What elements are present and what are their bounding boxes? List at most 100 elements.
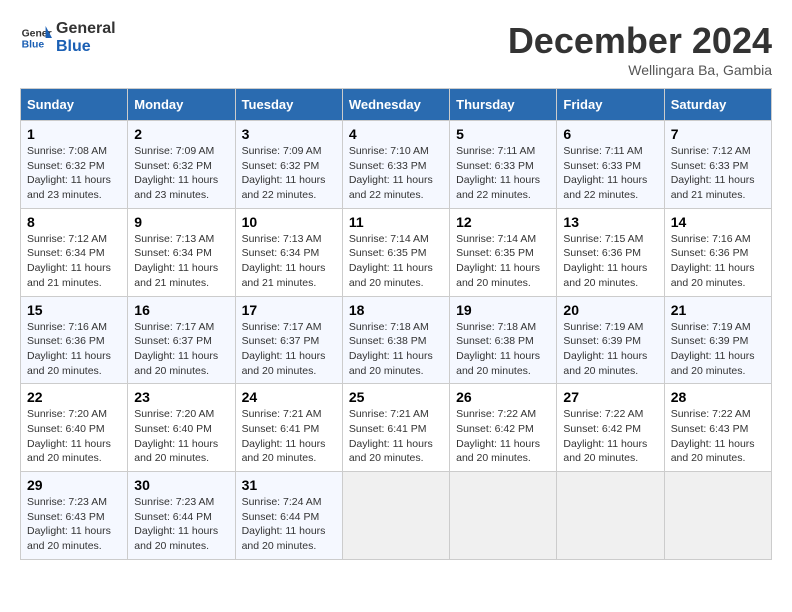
- day-number: 29: [27, 477, 121, 493]
- day-info: Sunrise: 7:10 AMSunset: 6:33 PMDaylight:…: [349, 144, 443, 203]
- day-number: 24: [242, 389, 336, 405]
- day-info: Sunrise: 7:22 AMSunset: 6:43 PMDaylight:…: [671, 407, 765, 466]
- day-info: Sunrise: 7:22 AMSunset: 6:42 PMDaylight:…: [456, 407, 550, 466]
- day-number: 2: [134, 126, 228, 142]
- day-number: 28: [671, 389, 765, 405]
- day-info: Sunrise: 7:22 AMSunset: 6:42 PMDaylight:…: [563, 407, 657, 466]
- day-info: Sunrise: 7:15 AMSunset: 6:36 PMDaylight:…: [563, 232, 657, 291]
- day-number: 19: [456, 302, 550, 318]
- calendar-cell: 9 Sunrise: 7:13 AMSunset: 6:34 PMDaylight…: [128, 208, 235, 296]
- day-info: Sunrise: 7:18 AMSunset: 6:38 PMDaylight:…: [456, 320, 550, 379]
- calendar-cell: 15Sunrise: 7:16 AMSunset: 6:36 PMDayligh…: [21, 296, 128, 384]
- day-number: 22: [27, 389, 121, 405]
- day-info: Sunrise: 7:23 AMSunset: 6:44 PMDaylight:…: [134, 495, 228, 554]
- calendar-cell: 28 Sunrise: 7:22 AMSunset: 6:43 PMDayligh…: [664, 384, 771, 472]
- calendar-cell: 11 Sunrise: 7:14 AMSunset: 6:35 PMDayligh…: [342, 208, 449, 296]
- day-number: 31: [242, 477, 336, 493]
- week-row-4: 22 Sunrise: 7:20 AMSunset: 6:40 PMDayligh…: [21, 384, 772, 472]
- calendar-cell: 21Sunrise: 7:19 AMSunset: 6:39 PMDayligh…: [664, 296, 771, 384]
- calendar-cell: 2 Sunrise: 7:09 AMSunset: 6:32 PMDaylight…: [128, 121, 235, 209]
- day-number: 11: [349, 214, 443, 230]
- day-info: Sunrise: 7:16 AMSunset: 6:36 PMDaylight:…: [27, 320, 121, 379]
- calendar-cell: 26Sunrise: 7:22 AMSunset: 6:42 PMDayligh…: [450, 384, 557, 472]
- calendar-cell: 20 Sunrise: 7:19 AMSunset: 6:39 PMDayligh…: [557, 296, 664, 384]
- day-info: Sunrise: 7:20 AMSunset: 6:40 PMDaylight:…: [27, 407, 121, 466]
- calendar-cell: 25 Sunrise: 7:21 AMSunset: 6:41 PMDayligh…: [342, 384, 449, 472]
- day-number: 23: [134, 389, 228, 405]
- day-info: Sunrise: 7:17 AMSunset: 6:37 PMDaylight:…: [242, 320, 336, 379]
- header-wednesday: Wednesday: [342, 89, 449, 121]
- svg-text:Blue: Blue: [22, 39, 45, 50]
- calendar-cell: [450, 472, 557, 560]
- day-number: 10: [242, 214, 336, 230]
- day-info: Sunrise: 7:18 AMSunset: 6:38 PMDaylight:…: [349, 320, 443, 379]
- location: Wellingara Ba, Gambia: [508, 62, 772, 78]
- logo: General Blue General Blue: [20, 20, 116, 55]
- calendar-cell: 22 Sunrise: 7:20 AMSunset: 6:40 PMDayligh…: [21, 384, 128, 472]
- day-info: Sunrise: 7:20 AMSunset: 6:40 PMDaylight:…: [134, 407, 228, 466]
- calendar-cell: 27 Sunrise: 7:22 AMSunset: 6:42 PMDayligh…: [557, 384, 664, 472]
- calendar-cell: 10Sunrise: 7:13 AMSunset: 6:34 PMDayligh…: [235, 208, 342, 296]
- calendar-cell: 17 Sunrise: 7:17 AMSunset: 6:37 PMDayligh…: [235, 296, 342, 384]
- calendar-cell: 5 Sunrise: 7:11 AMSunset: 6:33 PMDaylight…: [450, 121, 557, 209]
- day-info: Sunrise: 7:14 AMSunset: 6:35 PMDaylight:…: [456, 232, 550, 291]
- calendar-cell: 3 Sunrise: 7:09 AMSunset: 6:32 PMDaylight…: [235, 121, 342, 209]
- day-number: 3: [242, 126, 336, 142]
- day-number: 25: [349, 389, 443, 405]
- calendar-cell: 4 Sunrise: 7:10 AMSunset: 6:33 PMDaylight…: [342, 121, 449, 209]
- calendar-header-row: SundayMondayTuesdayWednesdayThursdayFrid…: [21, 89, 772, 121]
- day-number: 14: [671, 214, 765, 230]
- day-info: Sunrise: 7:11 AMSunset: 6:33 PMDaylight:…: [563, 144, 657, 203]
- day-info: Sunrise: 7:19 AMSunset: 6:39 PMDaylight:…: [563, 320, 657, 379]
- month-title: December 2024: [508, 20, 772, 62]
- day-info: Sunrise: 7:13 AMSunset: 6:34 PMDaylight:…: [134, 232, 228, 291]
- day-info: Sunrise: 7:21 AMSunset: 6:41 PMDaylight:…: [349, 407, 443, 466]
- day-info: Sunrise: 7:16 AMSunset: 6:36 PMDaylight:…: [671, 232, 765, 291]
- day-number: 21: [671, 302, 765, 318]
- day-info: Sunrise: 7:11 AMSunset: 6:33 PMDaylight:…: [456, 144, 550, 203]
- day-info: Sunrise: 7:09 AMSunset: 6:32 PMDaylight:…: [242, 144, 336, 203]
- day-number: 16: [134, 302, 228, 318]
- day-info: Sunrise: 7:12 AMSunset: 6:34 PMDaylight:…: [27, 232, 121, 291]
- day-number: 4: [349, 126, 443, 142]
- calendar-cell: 8 Sunrise: 7:12 AMSunset: 6:34 PMDaylight…: [21, 208, 128, 296]
- header-saturday: Saturday: [664, 89, 771, 121]
- calendar-cell: 16 Sunrise: 7:17 AMSunset: 6:37 PMDayligh…: [128, 296, 235, 384]
- logo-general: General: [56, 20, 116, 38]
- header-thursday: Thursday: [450, 89, 557, 121]
- calendar-cell: 31 Sunrise: 7:24 AMSunset: 6:44 PMDayligh…: [235, 472, 342, 560]
- calendar-cell: 23 Sunrise: 7:20 AMSunset: 6:40 PMDayligh…: [128, 384, 235, 472]
- day-number: 30: [134, 477, 228, 493]
- header-tuesday: Tuesday: [235, 89, 342, 121]
- day-number: 9: [134, 214, 228, 230]
- day-info: Sunrise: 7:09 AMSunset: 6:32 PMDaylight:…: [134, 144, 228, 203]
- header-monday: Monday: [128, 89, 235, 121]
- day-number: 5: [456, 126, 550, 142]
- day-info: Sunrise: 7:23 AMSunset: 6:43 PMDaylight:…: [27, 495, 121, 554]
- calendar-cell: [557, 472, 664, 560]
- calendar-cell: 24 Sunrise: 7:21 AMSunset: 6:41 PMDayligh…: [235, 384, 342, 472]
- logo-blue: Blue: [56, 38, 116, 56]
- day-info: Sunrise: 7:24 AMSunset: 6:44 PMDaylight:…: [242, 495, 336, 554]
- title-area: December 2024 Wellingara Ba, Gambia: [508, 20, 772, 78]
- calendar-table: SundayMondayTuesdayWednesdayThursdayFrid…: [20, 88, 772, 560]
- calendar-cell: 18 Sunrise: 7:18 AMSunset: 6:38 PMDayligh…: [342, 296, 449, 384]
- calendar-cell: 12 Sunrise: 7:14 AMSunset: 6:35 PMDayligh…: [450, 208, 557, 296]
- day-number: 8: [27, 214, 121, 230]
- day-number: 17: [242, 302, 336, 318]
- week-row-1: 1Sunrise: 7:08 AMSunset: 6:32 PMDaylight…: [21, 121, 772, 209]
- day-number: 12: [456, 214, 550, 230]
- day-info: Sunrise: 7:14 AMSunset: 6:35 PMDaylight:…: [349, 232, 443, 291]
- calendar-cell: 30 Sunrise: 7:23 AMSunset: 6:44 PMDayligh…: [128, 472, 235, 560]
- day-info: Sunrise: 7:08 AMSunset: 6:32 PMDaylight:…: [27, 144, 121, 203]
- day-number: 13: [563, 214, 657, 230]
- day-number: 18: [349, 302, 443, 318]
- week-row-3: 15Sunrise: 7:16 AMSunset: 6:36 PMDayligh…: [21, 296, 772, 384]
- header-sunday: Sunday: [21, 89, 128, 121]
- calendar-cell: 1Sunrise: 7:08 AMSunset: 6:32 PMDaylight…: [21, 121, 128, 209]
- day-number: 20: [563, 302, 657, 318]
- day-info: Sunrise: 7:21 AMSunset: 6:41 PMDaylight:…: [242, 407, 336, 466]
- day-info: Sunrise: 7:17 AMSunset: 6:37 PMDaylight:…: [134, 320, 228, 379]
- day-number: 27: [563, 389, 657, 405]
- header-friday: Friday: [557, 89, 664, 121]
